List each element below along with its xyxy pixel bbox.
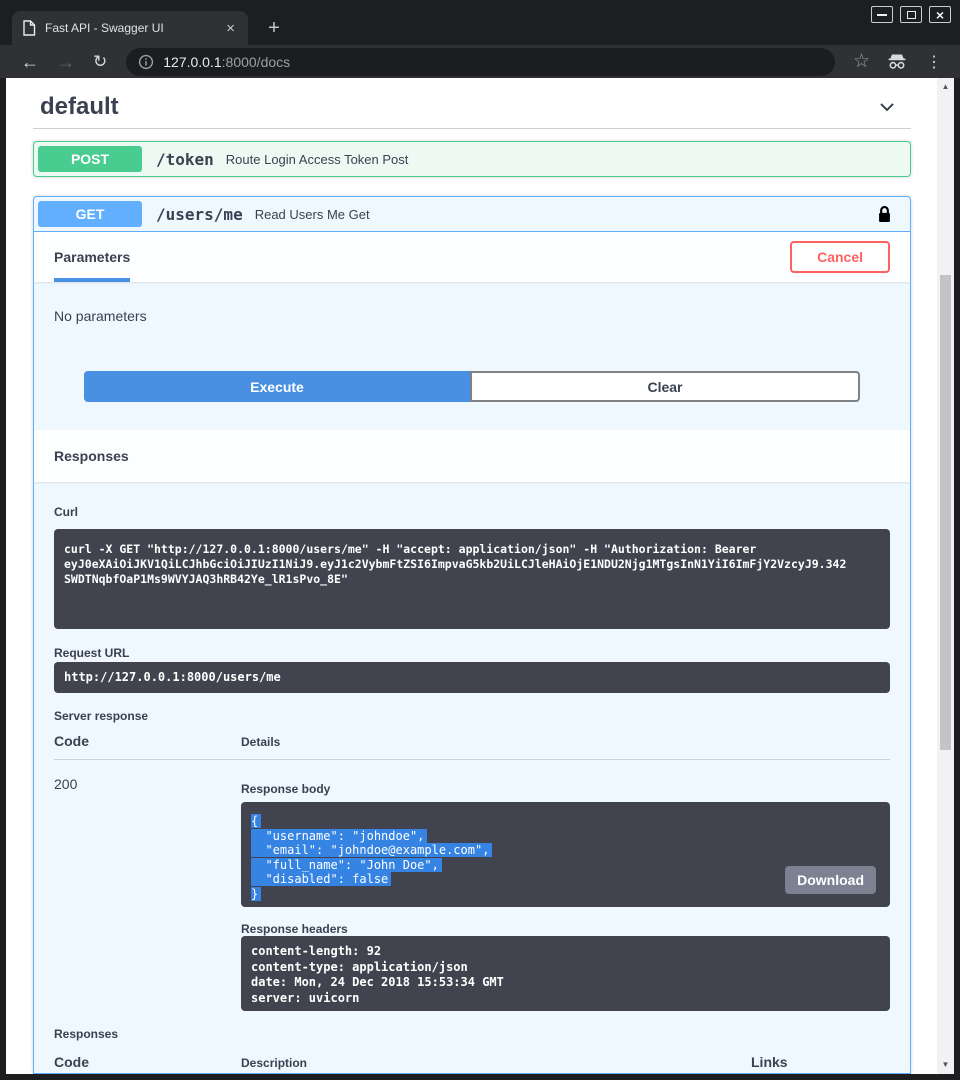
close-icon: × [936,9,944,21]
response-headers-label: Response headers [241,922,890,936]
page-info-icon[interactable] [138,54,154,70]
description-column-header: Description [241,1056,751,1070]
scroll-up-icon[interactable]: ▲ [937,82,954,91]
opblock-post-token[interactable]: POST /token Route Login Access Token Pos… [33,141,911,177]
page-content: default POST /token Route Login Access T… [6,78,937,1074]
request-url-value: http://127.0.0.1:8000/users/me [54,662,890,693]
status-code: 200 [54,776,241,1011]
group-divider [33,128,911,129]
tab-close-icon[interactable]: × [223,21,238,36]
address-bar[interactable]: 127.0.0.1:8000/docs [126,48,835,76]
window-minimize-button[interactable] [871,6,893,23]
page-scrollbar[interactable]: ▲ ▼ [937,78,954,1074]
curl-command-block: curl -X GET "http://127.0.0.1:8000/users… [54,529,890,629]
scroll-down-icon[interactable]: ▼ [937,1060,954,1069]
op-path: /token [156,150,214,169]
server-response-label: Server response [54,709,890,723]
browser-toolbar: ← → ↻ 127.0.0.1:8000/docs ☆ ⋮ [0,45,960,78]
execute-button[interactable]: Execute [84,371,470,402]
response-headers-block: content-length: 92content-type: applicat… [241,936,890,1011]
curl-label: Curl [54,505,890,519]
incognito-icon[interactable] [878,53,916,70]
server-response-table: Code Details 200 Response body { "userna… [54,733,890,1011]
op-summary-text: Route Login Access Token Post [226,152,409,167]
swagger-page: default POST /token Route Login Access T… [6,78,954,1074]
reload-button[interactable]: ↻ [84,53,116,71]
table-header: Code Details [54,733,890,760]
tab-title: Fast API - Swagger UI [45,21,223,35]
documented-responses-table: Code Description Links [54,1054,890,1074]
parameters-title: Parameters [54,249,130,265]
titlebar: Fast API - Swagger UI × + × [0,0,960,45]
auth-lock-icon[interactable] [877,205,892,224]
response-body-block: { "username": "johndoe", "email": "johnd… [241,802,890,907]
bookmark-star-icon[interactable]: ☆ [845,50,878,73]
forward-button[interactable]: → [48,53,84,71]
spacer [54,402,890,430]
chevron-down-icon[interactable] [877,97,897,117]
documented-responses-label: Responses [54,1027,890,1041]
new-tab-button[interactable]: + [260,14,288,42]
back-button[interactable]: ← [12,53,48,71]
table-row: 200 Response body { "username": "johndoe… [54,776,890,1011]
code-column-header: Code [54,733,241,749]
response-details-cell: Response body { "username": "johndoe", "… [241,776,890,1011]
parameters-body: No parameters Execute Clear [34,282,910,430]
download-button[interactable]: Download [785,866,876,894]
browser-menu-icon[interactable]: ⋮ [916,52,948,72]
api-group-title: default [40,93,119,121]
url-host: 127.0.0.1 [163,54,221,70]
method-badge-post: POST [38,146,142,172]
api-group-header[interactable]: default [33,78,911,128]
curl-command-text: curl -X GET "http://127.0.0.1:8000/users… [64,542,880,616]
request-url-label: Request URL [54,646,890,660]
opblock-summary[interactable]: POST /token Route Login Access Token Pos… [34,142,910,176]
op-summary-text: Read Users Me Get [255,207,370,222]
maximize-icon [907,11,916,19]
url-path: :8000/docs [222,54,291,70]
scrollbar-thumb[interactable] [940,275,951,750]
table-header: Code Description Links [54,1054,890,1074]
responses-body: Curl curl -X GET "http://127.0.0.1:8000/… [34,482,910,1074]
cancel-button[interactable]: Cancel [790,241,890,273]
no-parameters-text: No parameters [54,308,890,324]
method-badge-get: GET [38,201,142,227]
code-column-header: Code [54,1054,241,1070]
links-column-header: Links [751,1054,890,1070]
responses-title: Responses [54,448,129,464]
response-body-label: Response body [241,782,890,796]
window-maximize-button[interactable] [900,6,922,23]
op-path: /users/me [156,205,243,224]
execute-wrapper: Execute Clear [84,371,860,402]
window-controls: × [871,6,951,23]
opblock-get-users-me: GET /users/me Read Users Me Get Paramete… [33,196,911,1074]
details-column-header: Details [241,735,280,749]
page-favicon-icon [22,20,36,36]
parameters-header: Parameters Cancel [34,232,910,282]
url-text: 127.0.0.1:8000/docs [163,54,290,70]
responses-header: Responses [34,430,910,482]
tab-parameters[interactable]: Parameters [54,232,130,282]
minimize-icon [877,14,887,16]
window-close-button[interactable]: × [929,6,951,23]
browser-tab[interactable]: Fast API - Swagger UI × [12,11,248,45]
opblock-summary[interactable]: GET /users/me Read Users Me Get [34,197,910,232]
clear-button[interactable]: Clear [470,371,860,402]
